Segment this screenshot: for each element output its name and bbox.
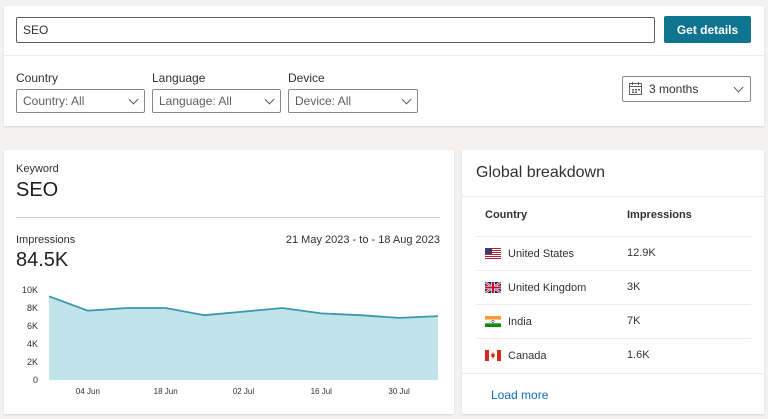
load-more-link[interactable]: Load more bbox=[491, 388, 548, 402]
y-tick-label: 10K bbox=[22, 285, 38, 295]
impressions-value: 84.5K bbox=[16, 249, 69, 271]
range-select-value: 3 months bbox=[649, 82, 699, 96]
y-tick-label: 4K bbox=[27, 339, 38, 349]
keyword-card: Keyword SEO Impressions 84.5K 21 May 202… bbox=[4, 150, 454, 414]
keyword-label: Keyword bbox=[16, 163, 59, 175]
country-filter: Country Country: All bbox=[16, 70, 145, 113]
table-row: United Kingdom 3K bbox=[476, 270, 751, 304]
y-tick-label: 2K bbox=[27, 357, 38, 367]
date-range: 21 May 2023 - to - 18 Aug 2023 bbox=[285, 234, 440, 246]
filter-card: Get details Country Country: All Languag… bbox=[4, 6, 764, 126]
divider bbox=[16, 217, 440, 218]
language-select-value: Language: All bbox=[159, 94, 232, 108]
chevron-down-icon bbox=[128, 94, 139, 105]
table-row: India 7K bbox=[476, 304, 751, 338]
global-breakdown-card: Global breakdown Country Impressions Uni… bbox=[462, 150, 764, 414]
keyword-value: SEO bbox=[16, 179, 59, 201]
range-select[interactable]: 3 months bbox=[622, 76, 751, 102]
y-tick-label: 8K bbox=[27, 303, 38, 313]
column-header-impressions: Impressions bbox=[627, 209, 692, 221]
y-tick-label: 0 bbox=[33, 375, 38, 385]
x-tick-label: 16 Jul bbox=[311, 387, 333, 396]
us-flag-icon bbox=[485, 248, 501, 259]
column-header-country: Country bbox=[485, 209, 528, 221]
country-name: United States bbox=[508, 248, 575, 260]
impressions-cell: 7K bbox=[627, 315, 641, 327]
chevron-down-icon bbox=[401, 94, 412, 105]
table-row: United States 12.9K bbox=[476, 236, 751, 270]
impressions-cell: 1.6K bbox=[627, 349, 650, 361]
divider bbox=[462, 196, 764, 197]
country-name: India bbox=[508, 316, 532, 328]
chevron-down-icon bbox=[264, 94, 275, 105]
calendar-icon bbox=[629, 82, 642, 95]
country-filter-label: Country bbox=[16, 71, 59, 85]
chevron-down-icon bbox=[733, 82, 744, 93]
impressions-cell: 3K bbox=[627, 281, 641, 293]
uk-flag-icon bbox=[485, 282, 501, 293]
canada-flag-icon bbox=[485, 350, 501, 361]
device-select[interactable]: Device: All bbox=[288, 89, 418, 113]
table-row: Canada 1.6K bbox=[476, 338, 751, 372]
country-name: United Kingdom bbox=[508, 282, 587, 294]
device-filter-label: Device bbox=[288, 71, 325, 85]
language-filter: Language Language: All bbox=[152, 70, 281, 113]
breakdown-title: Global breakdown bbox=[476, 164, 605, 181]
country-select-value: Country: All bbox=[23, 94, 85, 108]
device-select-value: Device: All bbox=[295, 94, 352, 108]
y-tick-label: 6K bbox=[27, 321, 38, 331]
language-filter-label: Language bbox=[152, 71, 206, 85]
x-tick-label: 18 Jun bbox=[154, 387, 178, 396]
search-input[interactable] bbox=[16, 17, 655, 43]
country-name: Canada bbox=[508, 350, 547, 362]
language-select[interactable]: Language: All bbox=[152, 89, 281, 113]
india-flag-icon bbox=[485, 316, 501, 327]
divider bbox=[4, 55, 764, 56]
x-tick-label: 30 Jul bbox=[388, 387, 410, 396]
x-tick-label: 02 Jul bbox=[233, 387, 255, 396]
country-select[interactable]: Country: All bbox=[16, 89, 145, 113]
get-details-button[interactable]: Get details bbox=[664, 16, 751, 43]
device-filter: Device Device: All bbox=[288, 70, 418, 113]
impressions-chart: 10K 8K 6K 4K 2K 0 04 Jun 18 Jun 02 Jul 16 Jul 30 J… bbox=[22, 285, 439, 396]
impressions-cell: 12.9K bbox=[627, 247, 656, 259]
divider bbox=[462, 373, 764, 374]
impressions-label: Impressions bbox=[16, 234, 76, 246]
x-tick-label: 04 Jun bbox=[76, 387, 100, 396]
